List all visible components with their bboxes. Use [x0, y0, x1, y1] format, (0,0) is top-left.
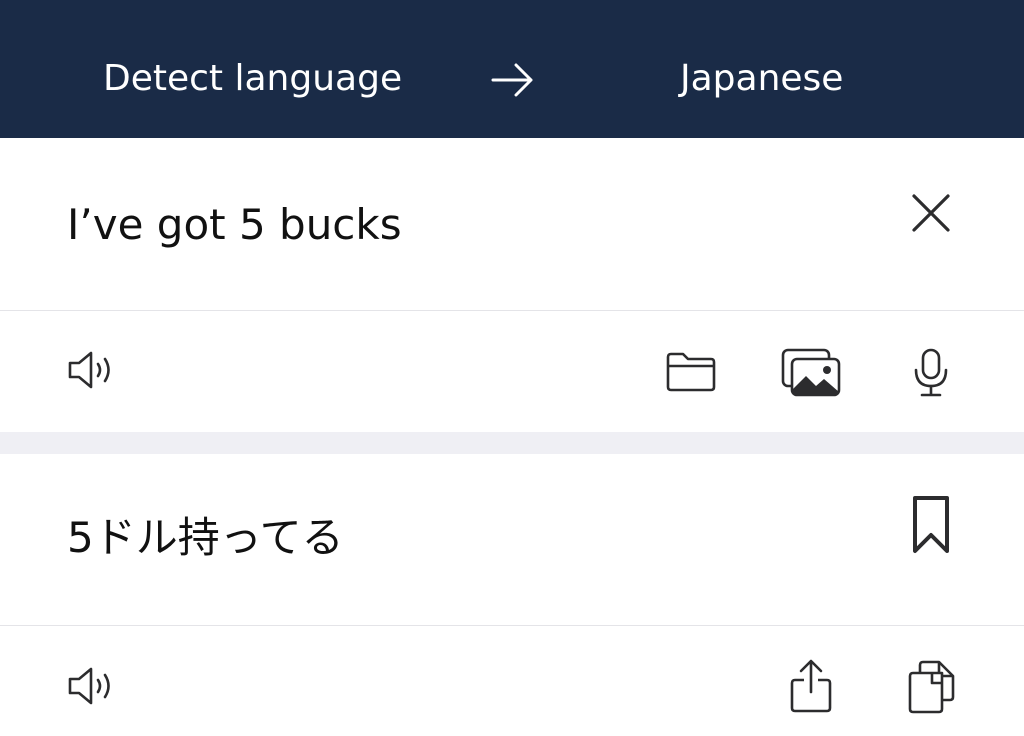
- copy-icon[interactable]: [907, 659, 957, 715]
- source-toolbar: [0, 311, 1024, 431]
- translation-result-area: 5ドル持ってる: [0, 454, 1024, 625]
- close-icon[interactable]: [908, 190, 954, 236]
- source-input-area[interactable]: I’ve got 5 bucks: [0, 138, 1024, 310]
- speaker-icon[interactable]: [67, 350, 119, 390]
- arrow-right-icon[interactable]: [490, 60, 536, 100]
- section-separator: [0, 432, 1024, 454]
- source-text[interactable]: I’ve got 5 bucks: [67, 199, 402, 251]
- folder-icon[interactable]: [665, 351, 717, 393]
- speaker-icon[interactable]: [67, 666, 119, 706]
- source-language-selector[interactable]: Detect language: [103, 56, 402, 102]
- language-bar: Detect language Japanese: [0, 0, 1024, 138]
- photos-icon[interactable]: [780, 346, 842, 398]
- translated-text: 5ドル持ってる: [67, 513, 344, 562]
- target-language-selector[interactable]: Japanese: [680, 56, 843, 102]
- share-icon[interactable]: [789, 658, 833, 714]
- bookmark-icon[interactable]: [908, 494, 954, 556]
- result-toolbar: [0, 626, 1024, 736]
- microphone-icon[interactable]: [912, 348, 950, 398]
